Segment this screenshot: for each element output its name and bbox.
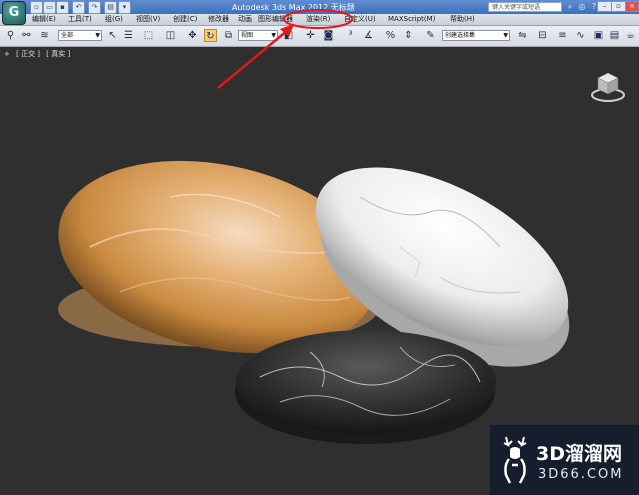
menu-maxscript[interactable]: MAXScript(M) xyxy=(388,14,435,25)
select-and-manipulate-icon[interactable]: ✛ xyxy=(304,29,317,42)
chevron-down-icon: ▼ xyxy=(271,32,276,39)
pivot-center-icon[interactable]: ◧ xyxy=(282,29,295,42)
rectangular-selection-icon[interactable]: ⬚ xyxy=(142,29,155,42)
undo-icon[interactable]: ↶ xyxy=(72,1,85,14)
selection-filter-value: 全部 xyxy=(61,32,74,39)
app-logo-icon[interactable]: G xyxy=(2,1,26,25)
layer-manager-icon[interactable]: ≡ xyxy=(556,29,569,42)
select-by-name-icon[interactable]: ☰ xyxy=(122,29,135,42)
menu-customize[interactable]: 自定义(U) xyxy=(344,14,376,25)
close-button[interactable]: × xyxy=(625,1,639,12)
menu-rendering[interactable]: 渲染(R) xyxy=(306,14,330,25)
open-file-icon[interactable]: ▭ xyxy=(43,1,56,14)
menu-bar: 编辑(E) 工具(T) 组(G) 视图(V) 创建(C) 修改器 动画 图形编辑… xyxy=(0,14,639,26)
keyboard-shortcut-toggle-icon[interactable]: ◙ xyxy=(322,29,335,42)
named-selection-value: 创建选择集 xyxy=(445,32,476,39)
render-production-icon[interactable]: ☕ xyxy=(624,29,637,42)
percent-snap-icon[interactable]: % xyxy=(384,29,397,42)
edit-named-selection-icon[interactable]: ✎ xyxy=(424,29,437,42)
new-file-icon[interactable]: ▫ xyxy=(30,1,43,14)
select-and-scale-icon[interactable]: ⧉ xyxy=(222,29,235,42)
mirror-icon[interactable]: ⇋ xyxy=(516,29,529,42)
link-icon[interactable]: ⚲ xyxy=(4,29,17,42)
reference-coordinate-value: 视图 xyxy=(241,32,254,39)
minimize-button[interactable]: – xyxy=(597,1,612,12)
select-and-move-icon[interactable]: ✥ xyxy=(186,29,199,42)
chevron-down-icon: ▼ xyxy=(503,32,508,39)
watermark-brand: 3D溜溜网 xyxy=(536,443,622,465)
reference-coordinate-dropdown[interactable]: 视图 ▼ xyxy=(238,30,278,41)
menu-help[interactable]: 帮助(H) xyxy=(450,14,475,25)
save-file-icon[interactable]: ▪ xyxy=(56,1,69,14)
snaps-toggle-icon[interactable]: ³ xyxy=(344,29,357,42)
menu-graph-editors[interactable]: 图形编辑器 xyxy=(258,14,293,25)
angle-snap-icon[interactable]: ∡ xyxy=(362,29,375,42)
window-title: Autodesk 3ds Max 2012 无标题 xyxy=(232,3,355,12)
title-bar: ▫ ▭ ▪ ↶ ↷ ▤ ▾ Autodesk 3ds Max 2012 无标题 … xyxy=(0,0,639,14)
selection-filter-dropdown[interactable]: 全部 ▼ xyxy=(58,30,102,41)
deer-logo-icon xyxy=(503,436,527,484)
menu-views[interactable]: 视图(V) xyxy=(136,14,160,25)
curve-editor-icon[interactable]: ∿ xyxy=(574,29,587,42)
window-crossing-icon[interactable]: ◫ xyxy=(164,29,177,42)
bind-space-warp-icon[interactable]: ≋ xyxy=(38,29,51,42)
subscription-icon[interactable]: ◎ xyxy=(577,2,587,12)
search-icon[interactable]: ⌕ xyxy=(565,2,575,12)
menu-create[interactable]: 创建(C) xyxy=(173,14,197,25)
search-input[interactable]: 键入关键字或短语 xyxy=(488,2,562,12)
chevron-down-icon: ▼ xyxy=(95,32,100,39)
maximize-button[interactable]: ▫ xyxy=(611,1,626,12)
viewcube[interactable] xyxy=(588,67,628,105)
quick-access-dropdown-icon[interactable]: ▾ xyxy=(118,1,131,14)
align-icon[interactable]: ⊟ xyxy=(536,29,549,42)
menu-animation[interactable]: 动画 xyxy=(238,14,252,25)
menu-edit[interactable]: 编辑(E) xyxy=(32,14,56,25)
menu-group[interactable]: 组(G) xyxy=(105,14,123,25)
render-setup-icon[interactable]: ▣ xyxy=(592,29,605,42)
watermark-url: 3D66.COM xyxy=(538,467,624,482)
black-marble-pebble[interactable] xyxy=(235,330,496,444)
rendered-frame-window-icon[interactable]: ▤ xyxy=(608,29,621,42)
select-object-icon[interactable]: ↖ xyxy=(106,29,119,42)
named-selection-dropdown[interactable]: 创建选择集 ▼ xyxy=(442,30,510,41)
redo-icon[interactable]: ↷ xyxy=(88,1,101,14)
watermark-logo: 3D溜溜网 3D66.COM xyxy=(490,425,639,495)
menu-modifiers[interactable]: 修改器 xyxy=(208,14,229,25)
main-toolbar: ⚲ ⚯ ≋ 全部 ▼ ↖ ☰ ⬚ ◫ ✥ ↻ ⧉ 视图 ▼ ◧ ✛ ◙ ³ ∡ % … xyxy=(0,26,639,47)
unlink-icon[interactable]: ⚯ xyxy=(20,29,33,42)
select-and-rotate-icon[interactable]: ↻ xyxy=(204,29,217,42)
project-folder-icon[interactable]: ▤ xyxy=(104,1,117,14)
menu-tools[interactable]: 工具(T) xyxy=(68,14,92,25)
spinner-snap-icon[interactable]: ⇕ xyxy=(402,29,415,42)
